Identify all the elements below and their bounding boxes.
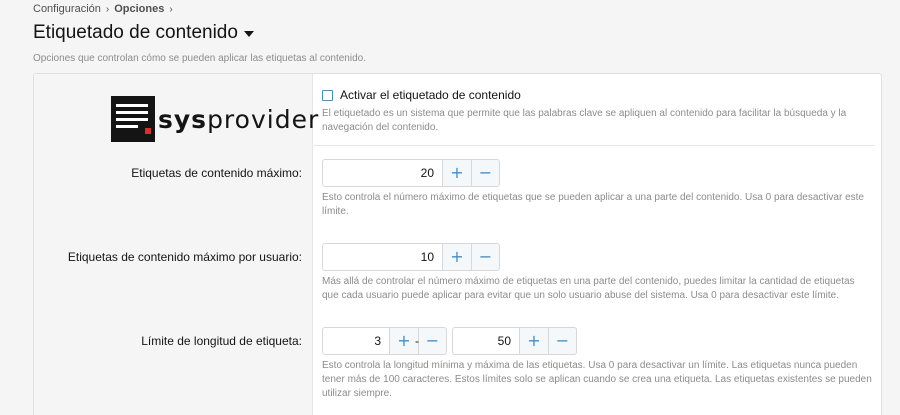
tag-length-max-spinner: 50 + − (452, 327, 577, 355)
enable-tagging-checkbox[interactable] (322, 89, 333, 101)
tag-length-max-increment-button[interactable]: + (519, 327, 548, 355)
page-title[interactable]: Etiquetado de contenido (33, 22, 254, 44)
max-tags-spinner: 20 + − (322, 159, 500, 187)
max-tags-per-user-label: Etiquetas de contenido máximo por usuari… (67, 250, 302, 264)
enable-tagging-option[interactable]: Activar el etiquetado de contenido (322, 88, 521, 102)
max-tags-per-user-input[interactable]: 10 (322, 243, 442, 271)
tag-length-min-spinner: 3 + − (322, 327, 447, 355)
max-tags-input[interactable]: 20 (322, 159, 442, 187)
sysprovider-logo: sysprovider (111, 96, 319, 142)
max-tags-per-user-increment-button[interactable]: + (442, 243, 471, 271)
max-tags-increment-button[interactable]: + (442, 159, 471, 187)
max-tags-per-user-explain: Más allá de controlar el número máximo d… (322, 276, 855, 301)
page-description: Opciones que controlan cómo se pueden ap… (33, 53, 366, 64)
caret-down-icon[interactable] (243, 31, 254, 37)
logo-mark-icon (111, 96, 155, 142)
tag-length-min-increment-button[interactable]: + (389, 327, 418, 355)
max-tags-label: Etiquetas de contenido máximo: (131, 166, 302, 180)
tag-length-min-decrement-button[interactable]: − (418, 327, 447, 355)
tag-length-label: Límite de longitud de etiqueta: (141, 334, 302, 348)
logo-text: sysprovider (158, 104, 320, 134)
max-tags-decrement-button[interactable]: − (471, 159, 500, 187)
breadcrumb-separator: › (169, 3, 173, 15)
breadcrumb-item-configuracion[interactable]: Configuración (33, 3, 101, 15)
tag-length-explain: Esto controla la longitud mínima y máxim… (322, 360, 872, 399)
breadcrumb-separator: › (105, 3, 110, 15)
breadcrumb-item-opciones[interactable]: Opciones (114, 3, 164, 15)
options-panel: sysprovider Etiquetas de contenido máxim… (33, 73, 882, 415)
max-tags-per-user-spinner: 10 + − (322, 243, 500, 271)
divider (314, 145, 874, 146)
range-separator: - (415, 334, 419, 348)
enable-tagging-label[interactable]: Activar el etiquetado de contenido (340, 88, 521, 102)
tag-length-min-input[interactable]: 3 (322, 327, 389, 355)
max-tags-explain: Esto controla el número máximo de etique… (322, 192, 864, 217)
tag-length-max-input[interactable]: 50 (452, 327, 519, 355)
max-tags-per-user-decrement-button[interactable]: − (471, 243, 500, 271)
enable-tagging-explain: El etiquetado es un sistema que permite … (322, 108, 847, 133)
breadcrumb: Configuración › Opciones › (33, 3, 178, 15)
tag-length-max-decrement-button[interactable]: − (548, 327, 577, 355)
page-title-text: Etiquetado de contenido (33, 22, 238, 43)
labels-column: sysprovider Etiquetas de contenido máxim… (34, 74, 318, 415)
